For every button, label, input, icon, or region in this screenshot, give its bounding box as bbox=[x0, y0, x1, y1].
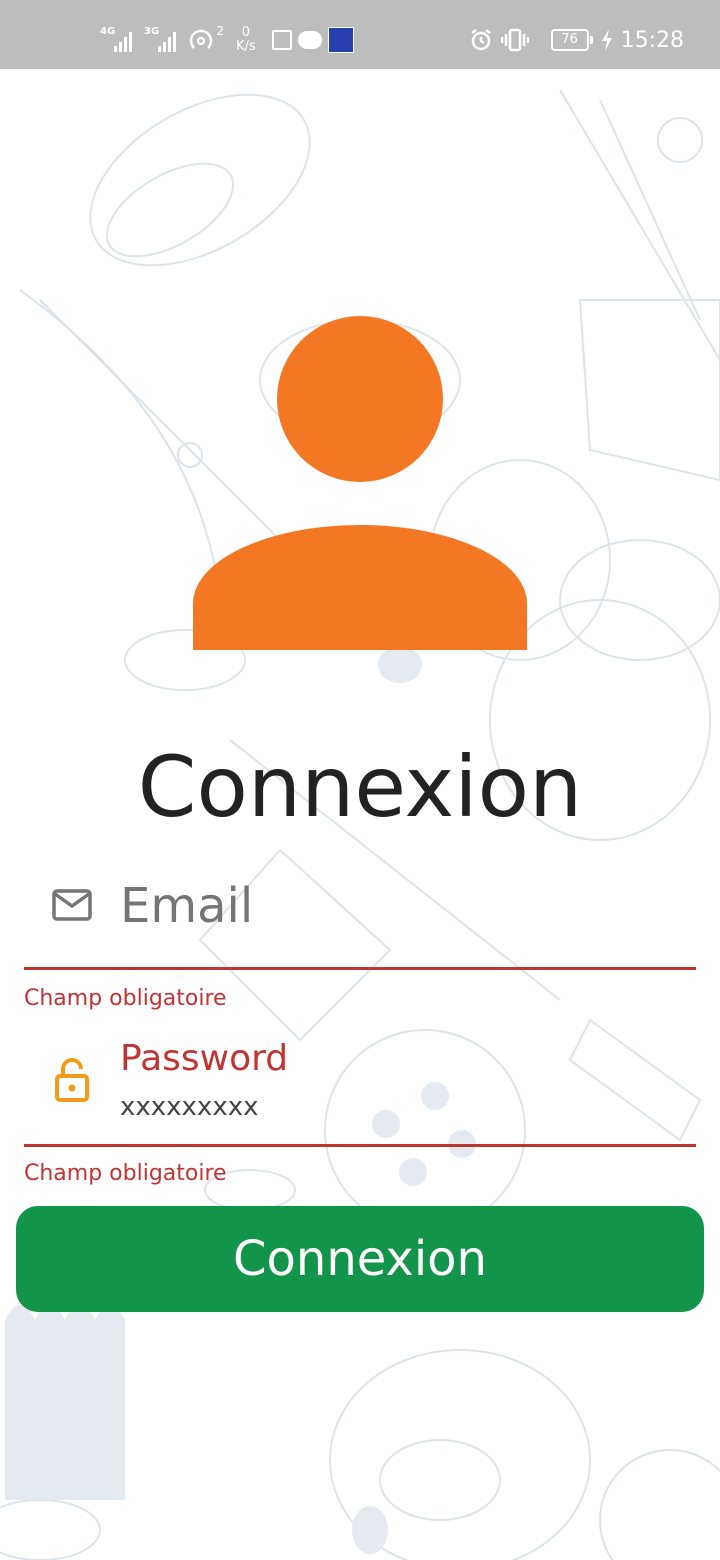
password-underline bbox=[24, 1144, 696, 1147]
signal-strength-icon-2: 3G bbox=[144, 26, 182, 52]
login-button[interactable]: Connexion bbox=[16, 1206, 704, 1312]
alarm-icon bbox=[470, 29, 491, 51]
sim-card-icon bbox=[271, 30, 292, 50]
user-avatar-icon bbox=[277, 316, 443, 482]
email-field[interactable]: Email bbox=[24, 870, 696, 972]
hotspot-icon: 2 bbox=[188, 24, 224, 52]
password-label: Password bbox=[120, 1038, 289, 1079]
status-bar: 4G 3G 2 0 K/s 76 15:28 bbox=[0, 0, 720, 69]
message-icon bbox=[297, 31, 322, 49]
clock-time: 15:28 bbox=[620, 27, 684, 53]
password-field[interactable]: Password xxxxxxxxx bbox=[24, 1036, 696, 1148]
battery-icon: 76 bbox=[550, 29, 593, 51]
email-placeholder: Email bbox=[120, 878, 254, 934]
password-error-text: Champ obligatoire bbox=[24, 1161, 227, 1186]
app-notification-icon bbox=[327, 27, 354, 53]
network-type-label: 3G bbox=[144, 26, 160, 37]
mail-icon bbox=[52, 889, 92, 921]
charging-icon bbox=[601, 29, 612, 51]
signal-strength-icon-1: 4G bbox=[100, 26, 138, 52]
network-speed: 0 K/s bbox=[236, 26, 256, 54]
speed-unit: K/s bbox=[236, 39, 256, 54]
password-input[interactable]: xxxxxxxxx bbox=[120, 1092, 258, 1122]
email-error-text: Champ obligatoire bbox=[24, 986, 227, 1011]
network-type-label: 4G bbox=[100, 26, 116, 37]
vibrate-icon bbox=[500, 28, 529, 52]
page-title: Connexion bbox=[137, 738, 583, 836]
status-right: 76 15:28 bbox=[469, 22, 684, 58]
email-underline bbox=[24, 967, 696, 970]
speed-value: 0 bbox=[241, 25, 250, 40]
status-left: 4G 3G 2 0 K/s bbox=[100, 22, 354, 58]
lock-icon bbox=[55, 1058, 89, 1102]
hotspot-count: 2 bbox=[216, 24, 224, 38]
